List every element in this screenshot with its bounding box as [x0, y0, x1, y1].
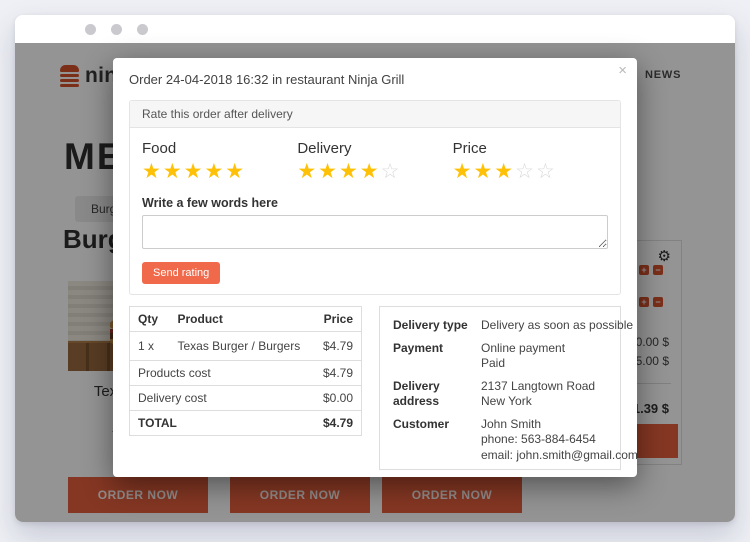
- detail-value: Delivery as soon as possible: [481, 318, 633, 334]
- detail-label: Delivery type: [393, 318, 481, 334]
- column-header: Product: [170, 307, 314, 332]
- star-empty-icons: ☆: [381, 160, 402, 183]
- detail-label: Delivery address: [393, 379, 481, 410]
- detail-label: Customer: [393, 417, 481, 464]
- order-details-box: Delivery typeDelivery as soon as possibl…: [379, 306, 621, 470]
- window-dot-icon: [111, 24, 122, 35]
- table-row: 1 xTexas Burger / Burgers$4.79: [130, 332, 362, 361]
- browser-titlebar: [15, 15, 735, 43]
- star-rating-widget[interactable]: ★★★☆☆: [453, 160, 608, 184]
- star-empty-icons: ☆☆: [515, 160, 557, 183]
- detail-value: John Smithphone: 563-884-6454email: john…: [481, 417, 638, 464]
- summary-value: $0.00: [313, 386, 361, 411]
- summary-value: $4.79: [313, 361, 361, 386]
- detail-row: PaymentOnline paymentPaid: [393, 341, 607, 372]
- star-filled-icons: ★★★: [453, 160, 515, 183]
- total-row: TOTAL$4.79: [130, 411, 362, 436]
- rating-panel-body: Food★★★★★Delivery★★★★☆Price★★★☆☆ Write a…: [130, 128, 620, 294]
- window-dot-icon: [137, 24, 148, 35]
- rating-category-label: Delivery: [297, 140, 452, 157]
- order-modal: × Order 24-04-2018 16:32 in restaurant N…: [113, 58, 637, 477]
- window-dot-icon: [85, 24, 96, 35]
- comment-label: Write a few words here: [142, 196, 608, 210]
- rating-panel: Rate this order after delivery Food★★★★★…: [129, 100, 621, 295]
- detail-row: Delivery address2137 Langtown RoadNew Yo…: [393, 379, 607, 410]
- item-qty: 1 x: [130, 332, 170, 361]
- summary-row: Products cost$4.79: [130, 361, 362, 386]
- summary-label: Delivery cost: [130, 386, 314, 411]
- send-rating-button[interactable]: Send rating: [142, 262, 220, 284]
- close-icon[interactable]: ×: [618, 62, 627, 79]
- item-product: Texas Burger / Burgers: [170, 332, 314, 361]
- rating-category-delivery: Delivery ★★★★☆: [297, 140, 452, 184]
- screenshot-stage: nin NEWS MENU Burgers Burgers Texas Burg…: [0, 0, 750, 542]
- order-items-table: QtyProductPrice1 xTexas Burger / Burgers…: [129, 306, 362, 436]
- total-label: TOTAL: [130, 411, 314, 436]
- rating-columns: Food★★★★★Delivery★★★★☆Price★★★☆☆: [142, 140, 608, 184]
- detail-value: Online paymentPaid: [481, 341, 565, 372]
- item-price: $4.79: [313, 332, 361, 361]
- rating-category-label: Food: [142, 140, 297, 157]
- star-filled-icons: ★★★★★: [142, 160, 246, 183]
- summary-row: Delivery cost$0.00: [130, 386, 362, 411]
- star-rating-widget[interactable]: ★★★★★: [142, 160, 297, 184]
- total-value: $4.79: [313, 411, 361, 436]
- detail-value: 2137 Langtown RoadNew York: [481, 379, 595, 410]
- detail-row: Delivery typeDelivery as soon as possibl…: [393, 318, 607, 334]
- comment-textarea[interactable]: [142, 215, 608, 249]
- modal-title: Order 24-04-2018 16:32 in restaurant Nin…: [113, 58, 637, 94]
- table-header-row: QtyProductPrice: [130, 307, 362, 332]
- star-rating-widget[interactable]: ★★★★☆: [297, 160, 452, 184]
- rating-panel-heading: Rate this order after delivery: [130, 101, 620, 128]
- rating-category-label: Price: [453, 140, 608, 157]
- detail-label: Payment: [393, 341, 481, 372]
- detail-row: CustomerJohn Smithphone: 563-884-6454ema…: [393, 417, 607, 464]
- summary-label: Products cost: [130, 361, 314, 386]
- column-header: Price: [313, 307, 361, 332]
- star-filled-icons: ★★★★: [297, 160, 380, 183]
- order-summary-section: QtyProductPrice1 xTexas Burger / Burgers…: [129, 306, 621, 470]
- rating-category-price: Price ★★★☆☆: [453, 140, 608, 184]
- rating-category-food: Food ★★★★★: [142, 140, 297, 184]
- column-header: Qty: [130, 307, 170, 332]
